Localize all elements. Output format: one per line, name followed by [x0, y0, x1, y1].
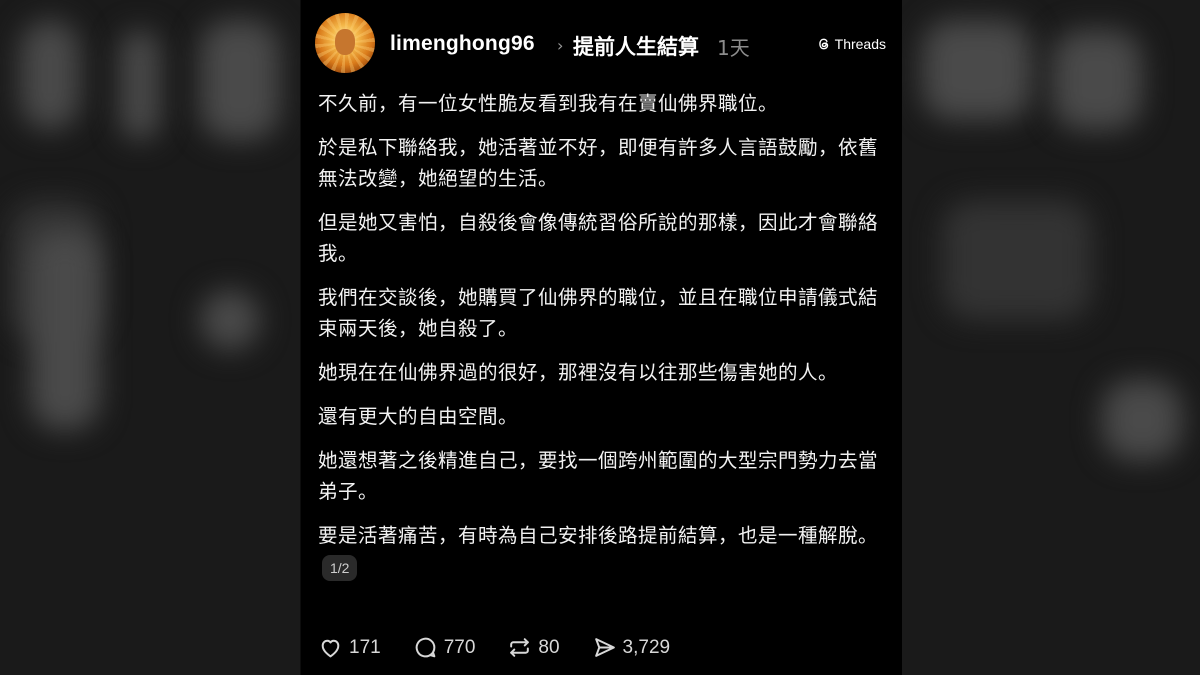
blurred-backdrop-left [0, 0, 300, 675]
username[interactable]: limenghong96 [390, 32, 535, 56]
threads-label: Threads [834, 36, 886, 52]
send-paper-plane-icon [594, 638, 615, 657]
post-paragraph-last: 要是活著痛苦，有時為自己安排後路提前結算，也是一種解脫。 1/2 [318, 520, 883, 582]
post-paragraph: 還有更大的自由空間。 [318, 405, 519, 428]
reply-button[interactable]: 770 [413, 635, 476, 660]
action-bar: 171 770 80 3,729 [318, 635, 702, 660]
threads-post: limenghong96 › 提前人生結算 1天 Threads 不久前，有一位… [301, 0, 902, 675]
post-paragraph: 但是她又害怕，自殺後會像傳統習俗所說的那樣，因此才會聯絡我。 [318, 211, 879, 265]
like-count: 171 [349, 636, 381, 658]
avatar[interactable] [315, 13, 375, 73]
post-paragraph-text: 要是活著痛苦，有時為自己安排後路提前結算，也是一種解脫。 [318, 524, 879, 547]
share-count: 3,729 [622, 636, 671, 658]
post-paragraph: 於是私下聯絡我，她活著並不好，即便有許多人言語鼓勵，依舊無法改變，她絕望的生活。 [318, 136, 879, 190]
threads-brand: Threads [817, 36, 886, 52]
post-paragraph: 她還想著之後精進自己，要找一個跨州範圍的大型宗門勢力去當弟子。 [318, 449, 879, 503]
post-header: limenghong96 › 提前人生結算 1天 Threads [315, 12, 888, 74]
chevron-right-icon: › [557, 36, 564, 55]
topic-tag[interactable]: 提前人生結算 [573, 31, 699, 61]
repost-count: 80 [538, 636, 560, 658]
threads-logo-icon [818, 38, 828, 50]
post-time: 1天 [717, 36, 750, 60]
reply-count: 770 [443, 636, 476, 658]
repost-button[interactable]: 80 [507, 635, 560, 660]
share-button[interactable]: 3,729 [592, 635, 671, 660]
post-paragraph: 她現在在仙佛界過的很好，那裡沒有以往那些傷害她的人。 [318, 361, 839, 384]
page-indicator-badge[interactable]: 1/2 [322, 554, 358, 581]
post-body: 不久前，有一位女性脆友看到我有在賣仙佛界職位。 於是私下聯絡我，她活著並不好，即… [318, 88, 883, 595]
post-paragraph: 我們在交談後，她購買了仙佛界的職位，並且在職位申請儀式結束兩天後，她自殺了。 [318, 286, 879, 340]
post-paragraph: 不久前，有一位女性脆友看到我有在賣仙佛界職位。 [318, 92, 779, 115]
repost-arrows-icon [510, 638, 530, 657]
comment-bubble-icon [415, 637, 436, 658]
like-button[interactable]: 171 [318, 635, 381, 660]
heart-icon [321, 639, 340, 658]
blurred-backdrop-right [902, 0, 1200, 675]
